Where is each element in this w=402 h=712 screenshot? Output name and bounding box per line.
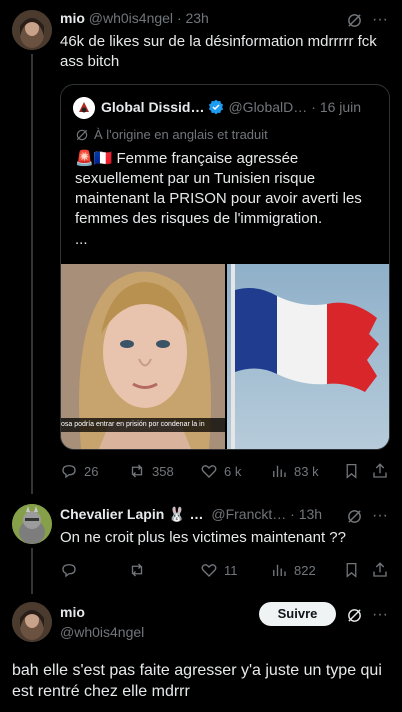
verified-icon — [208, 99, 224, 115]
grok-icon[interactable] — [344, 10, 364, 30]
translation-note[interactable]: À l'origine en anglais et traduit — [94, 127, 268, 142]
grok-icon[interactable] — [344, 506, 364, 526]
follow-button[interactable]: Suivre — [259, 602, 336, 626]
author-name[interactable]: Chevalier Lapin 🐰 … — [60, 506, 203, 522]
more-icon[interactable]: ··· — [370, 605, 390, 625]
translate-icon — [75, 128, 89, 142]
author-handle[interactable]: @Franckt… — [211, 506, 286, 522]
bookmark-icon[interactable] — [342, 461, 360, 481]
author-handle[interactable]: @wh0is4ngel — [60, 624, 144, 640]
media-image-woman[interactable]: osa podría entrar en prisión por condena… — [61, 264, 225, 449]
author-name[interactable]: mio — [60, 10, 85, 26]
avatar[interactable] — [12, 504, 52, 544]
quote-text: 🚨🇫🇷 Femme française agressée sexuellemen… — [75, 150, 362, 227]
grok-icon[interactable] — [344, 605, 364, 625]
more-icon[interactable]: ··· — [370, 10, 390, 30]
bookmark-icon[interactable] — [342, 560, 360, 580]
author-name[interactable]: mio — [60, 604, 85, 620]
quote-author-name[interactable]: Global Dissid… — [101, 99, 204, 115]
like-button[interactable]: 6 k — [200, 462, 241, 480]
views-button[interactable]: 83 k — [270, 462, 319, 480]
quote-card[interactable]: Global Dissid… @GlobalD… · 16 juin À l'o… — [60, 84, 390, 450]
author-handle[interactable]: @wh0is4ngel — [89, 10, 173, 26]
more-icon[interactable]: ··· — [370, 506, 390, 526]
retweet-count: 358 — [152, 463, 174, 479]
views-count: 83 k — [294, 463, 319, 479]
quote-author-handle[interactable]: @GlobalD… — [228, 99, 307, 115]
tweet-text: bah elle s'est pas faite agresser y'a ju… — [12, 662, 382, 700]
timestamp[interactable]: · 23h — [177, 10, 209, 26]
quote-avatar[interactable] — [73, 97, 95, 119]
avatar[interactable] — [12, 10, 52, 50]
timestamp[interactable]: · 13h — [290, 506, 322, 522]
media-image-flag[interactable] — [227, 264, 389, 449]
tweet-text: 46k de likes sur de la désinformation md… — [60, 33, 377, 70]
reply-button[interactable] — [60, 561, 84, 579]
avatar[interactable] — [12, 602, 52, 642]
views-count: 822 — [294, 562, 316, 578]
tweet-text: On ne croit plus les victimes maintenant… — [60, 529, 346, 546]
quote-more: ... — [75, 231, 88, 248]
quote-timestamp[interactable]: · 16 juin — [311, 99, 361, 115]
share-icon[interactable] — [370, 461, 390, 481]
thread-line — [31, 548, 33, 594]
share-icon[interactable] — [370, 560, 390, 580]
views-button[interactable]: 822 — [270, 561, 316, 579]
retweet-button[interactable]: 358 — [128, 462, 174, 480]
like-count: 6 k — [224, 463, 242, 479]
reply-count: 26 — [84, 463, 99, 479]
reply-button[interactable]: 26 — [60, 462, 98, 480]
retweet-button[interactable] — [128, 561, 152, 579]
media-caption: osa podría entrar en prisión por condena… — [61, 418, 225, 432]
like-count: 11 — [224, 562, 238, 578]
thread-line — [31, 54, 33, 494]
like-button[interactable]: 11 — [200, 561, 238, 579]
